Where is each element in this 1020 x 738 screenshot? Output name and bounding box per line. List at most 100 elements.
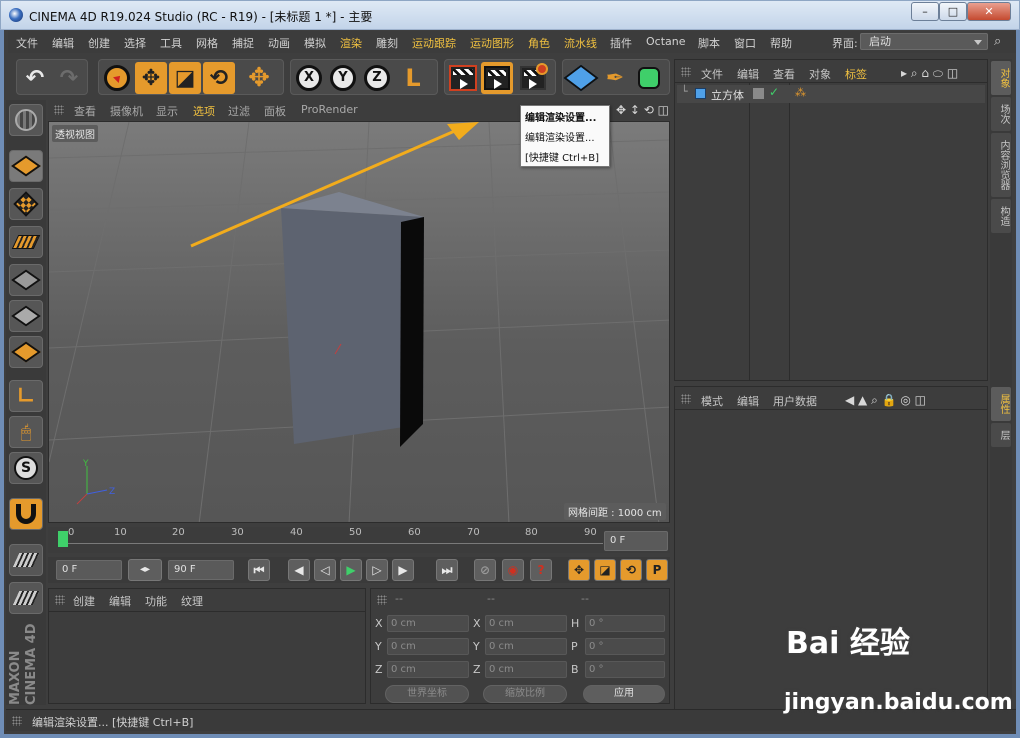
workplane-align-button[interactable] (9, 582, 43, 614)
objects-menu-view[interactable]: 查看 (773, 66, 795, 82)
search-icon[interactable]: ⌕ (994, 34, 1010, 50)
live-selection-button[interactable] (101, 62, 133, 94)
object-row-cube[interactable]: └ 立方体 ✓ ⁂ (677, 85, 985, 103)
autokey-button[interactable]: ◉ (502, 559, 524, 581)
start-frame-field[interactable]: 0 F (56, 560, 122, 580)
close-button[interactable]: ✕ (967, 2, 1011, 21)
range-slider-button[interactable]: ◂▸ (128, 559, 162, 581)
rotation-h-field[interactable]: 0 ° (585, 615, 665, 632)
attributes-menu-user-data[interactable]: 用户数据 (773, 393, 817, 409)
position-z-field[interactable]: 0 cm (387, 661, 469, 678)
drag-handle-icon[interactable] (377, 595, 387, 605)
axis-mode-button[interactable]: ∟ (9, 380, 43, 412)
objects-menu-file[interactable]: 文件 (701, 66, 723, 82)
menu-snap[interactable]: 捕捉 (232, 35, 254, 51)
polygon-mode-button[interactable] (9, 336, 43, 368)
viewport-menu-options[interactable]: 选项 (193, 103, 215, 119)
undo-button[interactable]: ↶ (19, 62, 51, 94)
workplane-lock-button[interactable] (9, 544, 43, 576)
maximize-button[interactable]: □ (939, 2, 967, 21)
material-menu-function[interactable]: 功能 (145, 593, 167, 609)
subdivision-button[interactable] (633, 62, 665, 94)
size-z-field[interactable]: 0 cm (485, 661, 567, 678)
object-name[interactable]: 立方体 (711, 87, 744, 103)
world-coordinates-select[interactable]: 世界坐标 (385, 685, 469, 703)
texture-mode-button[interactable] (9, 188, 43, 220)
tab-layers[interactable]: 层 (991, 423, 1011, 447)
tweak-mode-button[interactable]: 🖱 (9, 416, 43, 448)
key-rotation-button[interactable]: ⟲ (620, 559, 642, 581)
menu-help[interactable]: 帮助 (770, 35, 792, 51)
current-frame-marker[interactable] (58, 531, 68, 547)
magnet-icon[interactable] (9, 498, 43, 530)
menu-sculpt[interactable]: 雕刻 (376, 35, 398, 51)
x-axis-button[interactable]: X (293, 62, 325, 94)
attributes-menu-edit[interactable]: 编辑 (737, 393, 759, 409)
menu-octane[interactable]: Octane (646, 35, 686, 48)
position-y-field[interactable]: 0 cm (387, 638, 469, 655)
menu-mograph[interactable]: 运动图形 (470, 35, 514, 51)
objects-menu-edit[interactable]: 编辑 (737, 66, 759, 82)
menu-render[interactable]: 渲染 (340, 35, 362, 51)
drag-handle-icon[interactable] (681, 394, 691, 404)
viewport-nav-icons[interactable]: ✥ ↕ ⟲ ◫ (616, 103, 669, 117)
cube-object-button[interactable] (563, 62, 599, 94)
menu-mesh[interactable]: 网格 (196, 35, 218, 51)
menu-pipeline[interactable]: 流水线 (564, 35, 597, 51)
key-parameter-button[interactable]: P (646, 559, 668, 581)
next-keyframe-button[interactable]: ▶ (392, 559, 414, 581)
tab-attributes[interactable]: 属性 (991, 387, 1011, 421)
drag-handle-icon[interactable] (54, 105, 64, 115)
viewport-solo-button[interactable] (9, 104, 43, 136)
redo-button[interactable]: ↷ (53, 62, 85, 94)
rotate-tool-button[interactable]: ⟲ (203, 62, 235, 94)
tab-objects[interactable]: 对象 (991, 61, 1011, 95)
viewport-menu-filter[interactable]: 过滤 (228, 103, 250, 119)
recent-tool-button[interactable]: ✥ (243, 62, 275, 94)
viewport-menu-view[interactable]: 查看 (74, 103, 96, 119)
objects-toolbar-icons[interactable]: ▸ ⌕ ⌂ ⬭ ◫ (901, 66, 958, 81)
render-to-picture-viewer-button[interactable] (481, 62, 513, 94)
next-frame-button[interactable]: ▷ (366, 559, 388, 581)
viewport-menu-display[interactable]: 显示 (156, 103, 178, 119)
coordinate-system-button[interactable]: L (397, 62, 429, 94)
material-menu-edit[interactable]: 编辑 (109, 593, 131, 609)
layer-icon[interactable] (753, 88, 764, 99)
menu-motion-tracking[interactable]: 运动跟踪 (412, 35, 456, 51)
move-tool-button[interactable]: ✥ (135, 62, 167, 94)
menu-animate[interactable]: 动画 (268, 35, 290, 51)
end-frame-field[interactable]: 90 F (168, 560, 234, 580)
go-to-start-button[interactable]: ⏮ (248, 559, 270, 581)
enabled-check-icon[interactable]: ✓ (769, 85, 779, 99)
point-mode-button[interactable] (9, 264, 43, 296)
viewport-menu-prorender[interactable]: ProRender (301, 103, 358, 116)
rotation-p-field[interactable]: 0 ° (585, 638, 665, 655)
y-axis-button[interactable]: Y (327, 62, 359, 94)
snap-button[interactable]: S (9, 452, 43, 484)
key-scale-button[interactable]: ◪ (594, 559, 616, 581)
size-x-field[interactable]: 0 cm (485, 615, 567, 632)
menu-character[interactable]: 角色 (528, 35, 550, 51)
menu-window[interactable]: 窗口 (734, 35, 756, 51)
workplane-button[interactable] (9, 226, 43, 258)
rotation-b-field[interactable]: 0 ° (585, 661, 665, 678)
menu-edit[interactable]: 编辑 (52, 35, 74, 51)
record-disabled-icon[interactable]: ⊘ (474, 559, 496, 581)
viewport-menu-camera[interactable]: 摄像机 (110, 103, 143, 119)
material-menu-create[interactable]: 创建 (73, 593, 95, 609)
edit-render-settings-button[interactable] (517, 62, 549, 94)
previous-frame-button[interactable]: ◁ (314, 559, 336, 581)
scale-mode-select[interactable]: 缩放比例 (483, 685, 567, 703)
help-icon[interactable]: ? (530, 559, 552, 581)
viewport-menu-panel[interactable]: 面板 (264, 103, 286, 119)
key-position-button[interactable]: ✥ (568, 559, 590, 581)
menu-tools[interactable]: 工具 (160, 35, 182, 51)
menu-create[interactable]: 创建 (88, 35, 110, 51)
position-x-field[interactable]: 0 cm (387, 615, 469, 632)
tab-takes[interactable]: 场次 (991, 97, 1011, 131)
menu-script[interactable]: 脚本 (698, 35, 720, 51)
tab-structure[interactable]: 构造 (991, 199, 1011, 233)
objects-menu-tags[interactable]: 标签 (845, 66, 867, 82)
apply-button[interactable]: 应用 (583, 685, 665, 703)
z-axis-button[interactable]: Z (361, 62, 393, 94)
